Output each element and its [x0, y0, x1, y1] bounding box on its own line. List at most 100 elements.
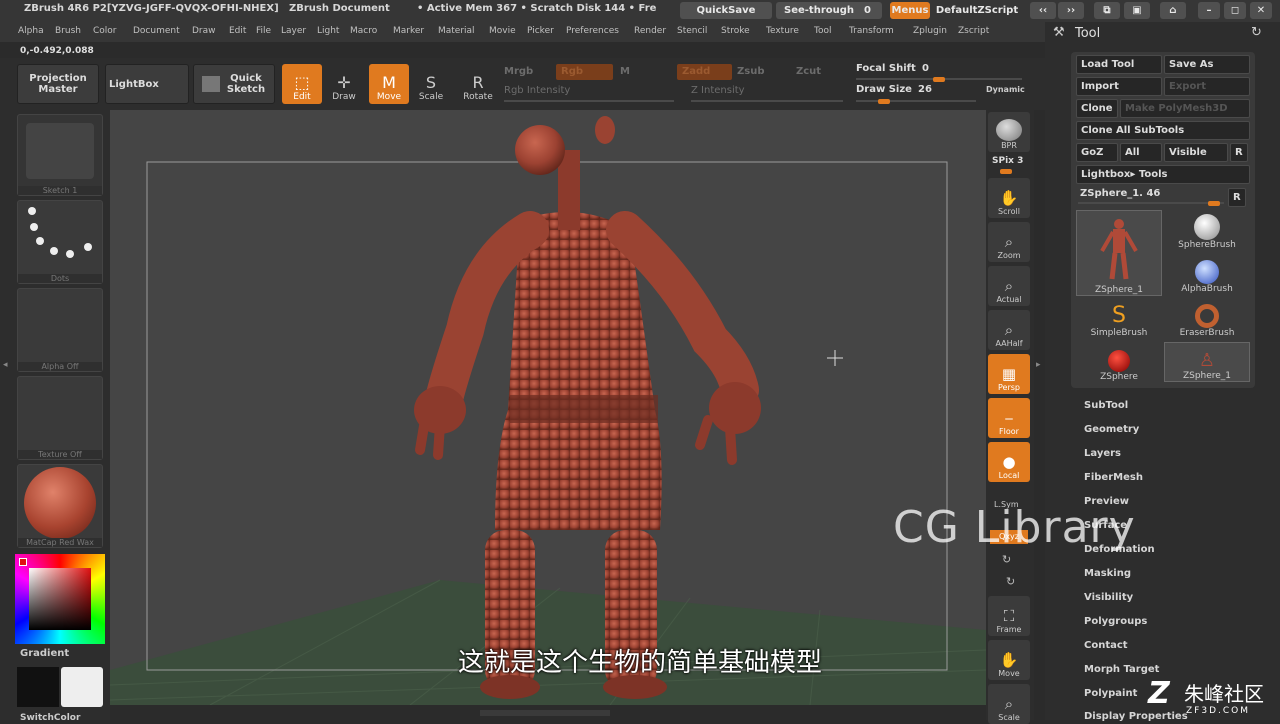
reset-icon[interactable]: ↻ — [1251, 25, 1262, 40]
menu-file[interactable]: File — [256, 26, 271, 36]
scale-view-button[interactable]: ⌕ Scale — [988, 684, 1030, 724]
focal-shift-knob[interactable] — [933, 77, 945, 82]
zsphere-1-small-thumb[interactable]: ♙ ZSphere_1 — [1164, 342, 1250, 382]
close-icon[interactable]: ✕ — [1250, 2, 1272, 19]
menu-color[interactable]: Color — [93, 26, 117, 36]
next-icon[interactable]: ›› — [1058, 2, 1084, 19]
maximize-icon[interactable]: ◻ — [1224, 2, 1246, 19]
layers-section[interactable]: Layers — [1084, 448, 1121, 459]
menu-stencil[interactable]: Stencil — [677, 26, 707, 36]
simplebrush-thumb[interactable]: S SimpleBrush — [1076, 294, 1162, 339]
canvas-viewport[interactable] — [110, 110, 986, 705]
move-button[interactable]: M Move — [369, 64, 409, 104]
rotate-z-icon[interactable]: ↻ — [1006, 575, 1015, 588]
m-button[interactable]: M — [620, 66, 630, 77]
z-intensity-slider[interactable] — [691, 100, 843, 102]
menu-preferences[interactable]: Preferences — [566, 26, 619, 36]
left-collapse-icon[interactable]: ◂ — [3, 360, 9, 380]
switchcolor-button[interactable]: SwitchColor — [20, 713, 80, 723]
mrgb-button[interactable]: Mrgb — [504, 66, 533, 77]
goz-all-button[interactable]: All — [1120, 143, 1162, 162]
geometry-section[interactable]: Geometry — [1084, 424, 1139, 435]
minimize-icon[interactable]: – — [1198, 2, 1220, 19]
subtool-section[interactable]: SubTool — [1084, 400, 1128, 411]
fibermesh-section[interactable]: FiberMesh — [1084, 472, 1143, 483]
material-button[interactable]: MatCap Red Wax — [17, 464, 103, 548]
menu-light[interactable]: Light — [317, 26, 339, 36]
goz-button[interactable]: GoZ — [1076, 143, 1118, 162]
menu-document[interactable]: Document — [133, 26, 180, 36]
load-tool-button[interactable]: Load Tool — [1076, 55, 1162, 74]
bpr-button[interactable]: BPR — [988, 112, 1030, 152]
rotate-y-icon[interactable]: ↻ — [1002, 553, 1011, 566]
rotate-button[interactable]: R Rotate — [458, 64, 498, 104]
clone-button[interactable]: Clone — [1076, 99, 1118, 118]
dynamic-button[interactable]: Dynamic — [986, 85, 1025, 94]
spix-knob[interactable] — [1000, 169, 1012, 174]
menu-picker[interactable]: Picker — [527, 26, 554, 36]
scroll-button[interactable]: ✋ Scroll — [988, 178, 1030, 218]
menu-material[interactable]: Material — [438, 26, 475, 36]
polygroups-section[interactable]: Polygroups — [1084, 616, 1147, 627]
layout2-icon[interactable]: ▣ — [1124, 2, 1150, 19]
alpha-button[interactable]: Alpha Off — [17, 288, 103, 372]
menu-draw[interactable]: Draw — [192, 26, 216, 36]
menu-alpha[interactable]: Alpha — [18, 26, 44, 36]
saturation-square[interactable] — [29, 568, 91, 630]
spherebrush-thumb[interactable]: SphereBrush — [1164, 206, 1250, 250]
tool-r-button[interactable]: R — [1228, 188, 1246, 207]
goz-r-button[interactable]: R — [1230, 143, 1248, 162]
export-button[interactable]: Export — [1164, 77, 1250, 96]
menu-render[interactable]: Render — [634, 26, 666, 36]
persp-button[interactable]: ▦ Persp — [988, 354, 1030, 394]
local-button[interactable]: ● Local — [988, 442, 1030, 482]
menu-layer[interactable]: Layer — [281, 26, 306, 36]
goz-visible-button[interactable]: Visible — [1164, 143, 1228, 162]
zadd-button[interactable]: Zadd — [677, 64, 732, 80]
make-polymesh-button[interactable]: Make PolyMesh3D — [1120, 99, 1250, 118]
menu-brush[interactable]: Brush — [55, 26, 81, 36]
zsphere-1-tool-thumb[interactable]: ZSphere_1 — [1076, 210, 1162, 296]
color-picker[interactable] — [15, 554, 105, 644]
menu-texture[interactable]: Texture — [766, 26, 799, 36]
zcut-button[interactable]: Zcut — [796, 66, 821, 77]
quick-sketch-button[interactable]: Quick Sketch — [193, 64, 275, 104]
menu-zplugin[interactable]: Zplugin — [913, 26, 947, 36]
menu-macro[interactable]: Macro — [350, 26, 377, 36]
menu-transform[interactable]: Transform — [849, 26, 894, 36]
visibility-section[interactable]: Visibility — [1084, 592, 1133, 603]
draw-size-knob[interactable] — [878, 99, 890, 104]
actual-button[interactable]: ⌕ Actual — [988, 266, 1030, 306]
dots-stroke-button[interactable]: Dots — [17, 200, 103, 284]
zsphere-thumb[interactable]: ZSphere — [1076, 338, 1162, 382]
zsub-button[interactable]: Zsub — [737, 66, 764, 77]
lightbox-button[interactable]: LightBox — [105, 64, 189, 104]
frame-button[interactable]: ⛶ Frame — [988, 596, 1030, 636]
save-as-button[interactable]: Save As — [1164, 55, 1250, 74]
menu-stroke[interactable]: Stroke — [721, 26, 750, 36]
lock-icon[interactable]: ⌂ — [1160, 2, 1186, 19]
floor-button[interactable]: ⎯ Floor — [988, 398, 1030, 438]
alphabrush-thumb[interactable]: AlphaBrush — [1164, 250, 1250, 294]
rgb-intensity-slider[interactable] — [504, 100, 674, 102]
rgb-button[interactable]: Rgb — [556, 64, 613, 80]
edit-button[interactable]: ⬚ Edit — [282, 64, 322, 104]
draw-button[interactable]: ✛ Draw — [324, 64, 364, 104]
default-zscript-button[interactable]: DefaultZScript — [933, 2, 1021, 19]
tool-slider[interactable] — [1078, 202, 1224, 204]
texture-button[interactable]: Texture Off — [17, 376, 103, 460]
zoom-button[interactable]: ⌕ Zoom — [988, 222, 1030, 262]
menu-edit[interactable]: Edit — [229, 26, 246, 36]
see-through-slider[interactable]: See-through 0 — [776, 2, 882, 19]
eraserbrush-thumb[interactable]: EraserBrush — [1164, 294, 1250, 338]
aahalf-button[interactable]: ⌕ AAHalf — [988, 310, 1030, 350]
draw-size-slider[interactable] — [856, 100, 976, 102]
lightbox-tools-button[interactable]: Lightbox▸ Tools — [1076, 165, 1250, 184]
quicksave-button[interactable]: QuickSave — [680, 2, 772, 19]
menu-movie[interactable]: Movie — [489, 26, 516, 36]
bottom-shelf-handle[interactable] — [480, 710, 610, 716]
menu-zscript[interactable]: Zscript — [958, 26, 989, 36]
right-collapse-icon[interactable]: ▸ — [1036, 360, 1042, 380]
import-button[interactable]: Import — [1076, 77, 1162, 96]
layout-icon[interactable]: ⧉ — [1094, 2, 1120, 19]
